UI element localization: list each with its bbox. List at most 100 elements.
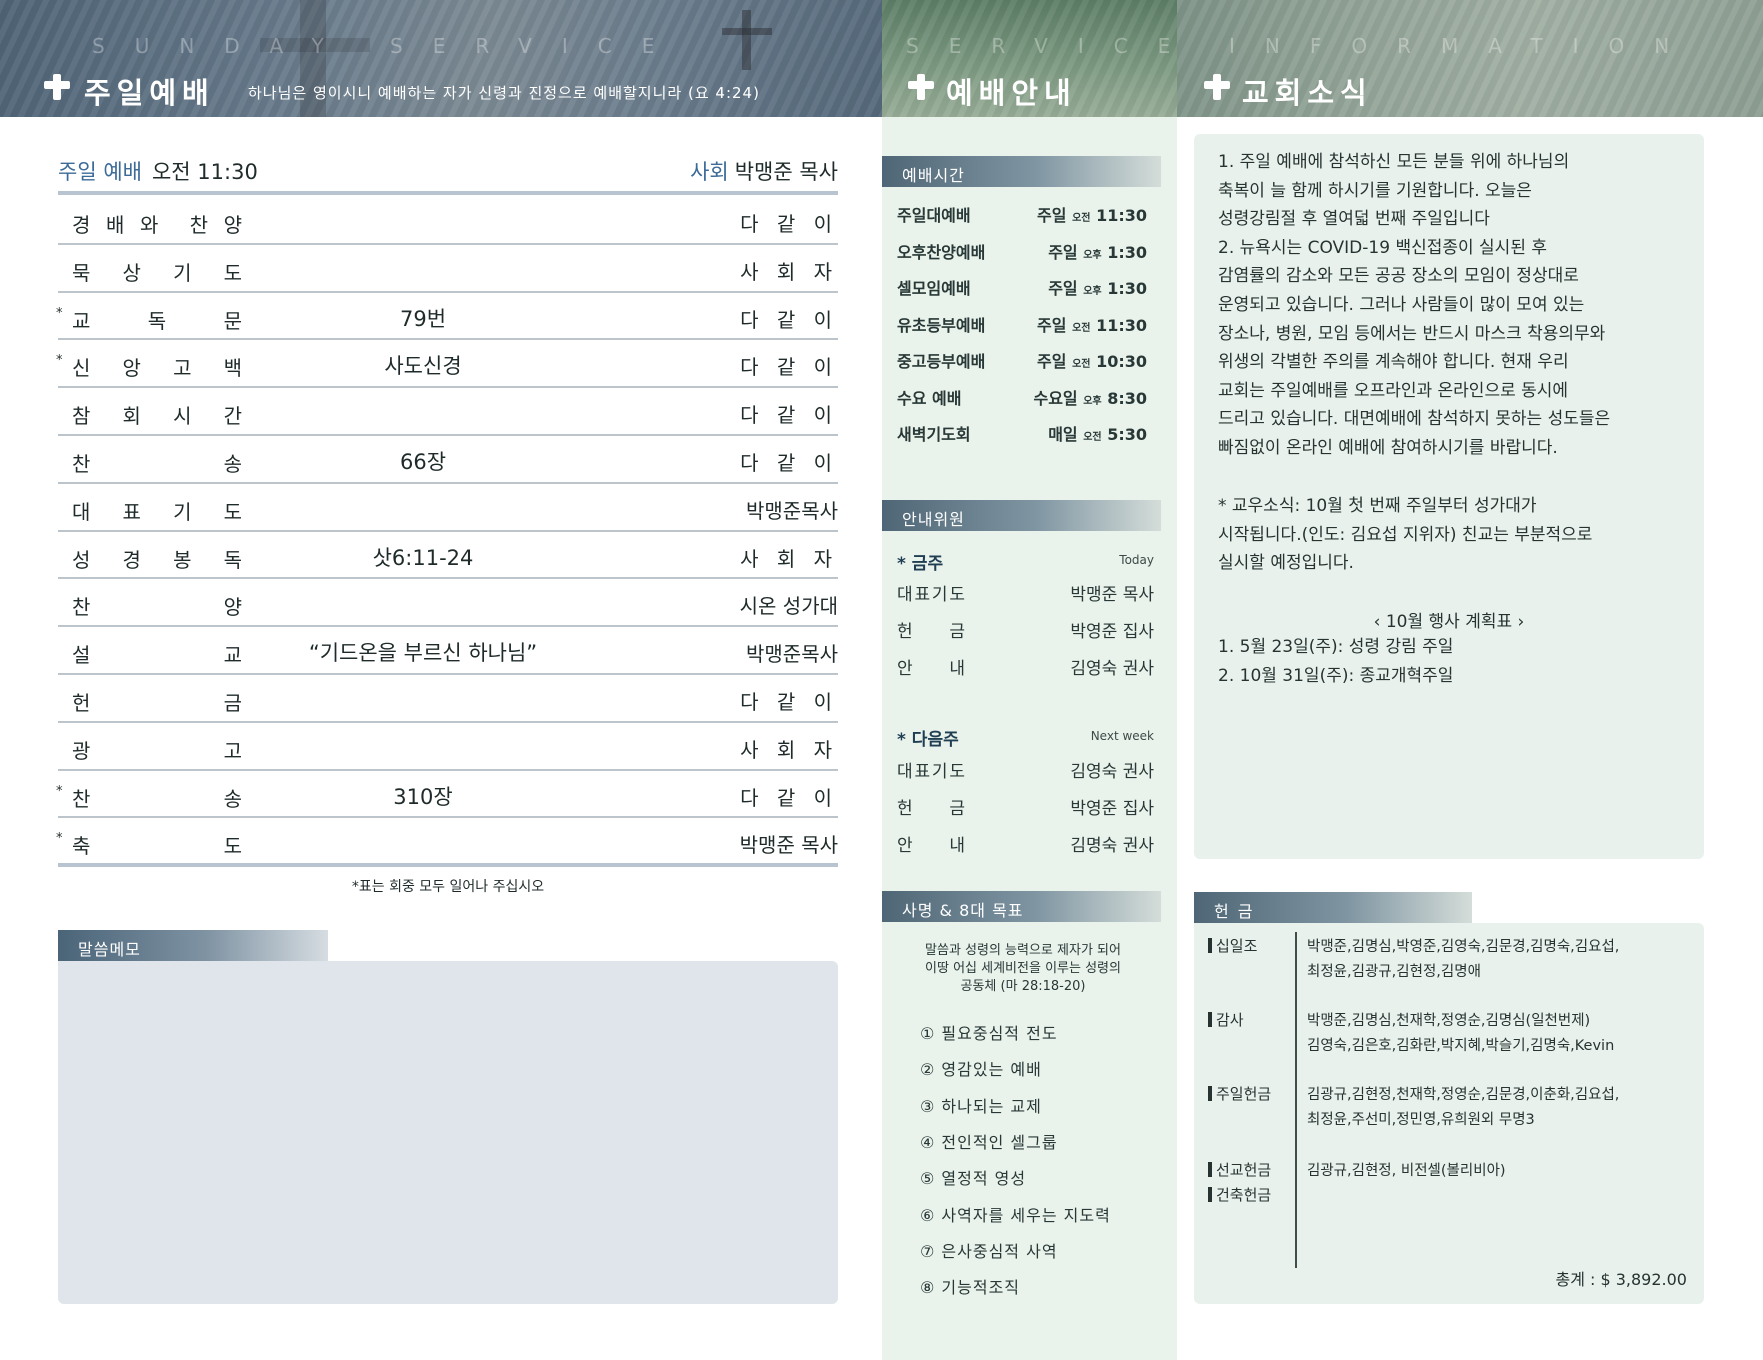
service-row: 참회시간다 같 이	[58, 388, 838, 436]
service-time: 오전 11:30	[151, 160, 258, 184]
leader-label: 사회	[690, 160, 729, 184]
am-pm: 오전	[1072, 322, 1091, 334]
service-item-detail: 삿6:11-24	[372, 545, 474, 570]
service-name: 셀모임예배	[897, 279, 971, 298]
service-schedule: 주일 오후 1:30	[1048, 275, 1147, 299]
label-char: 도	[223, 260, 242, 285]
offering-category: 선교헌금	[1208, 1159, 1271, 1180]
am-pm: 오후	[1083, 286, 1102, 297]
goal-item: ① 필요중심적 전도	[920, 1024, 1058, 1043]
label-char: 교	[223, 643, 242, 668]
news-line: 장소나, 병원, 모임 등에서는 반드시 마스크 착용의무와	[1218, 323, 1606, 344]
role-char: 내	[949, 836, 965, 856]
service-name: 새벽기도회	[897, 425, 971, 444]
service-item-by: 다 같 이	[740, 212, 838, 236]
am-pm: 오전	[1083, 432, 1102, 443]
role-char: 금	[949, 622, 965, 642]
offering-category-label: 주일헌금	[1216, 1085, 1272, 1103]
offering-title: 헌 금	[1194, 892, 1472, 923]
role-char: 대	[897, 762, 913, 782]
names-line: 최정윤,김광규,김현정,김명애	[1307, 964, 1481, 980]
this-week-en: Today	[1119, 553, 1154, 567]
usher-role: 안내	[897, 831, 965, 856]
service-schedule: 수요일 오후 8:30	[1033, 385, 1147, 409]
news-line: 실시할 예정입니다.	[1218, 553, 1354, 574]
order-of-service: 경배와 찬양다 같 이묵상기도사 회 자 * 교 독 문 79번 다 같 이 * 신 앙 고 백 사도신…	[56, 197, 838, 866]
service-item-label: 찬양	[72, 591, 242, 620]
usher-role: 대표기도	[897, 580, 965, 605]
service-row: 묵상기도사 회 자	[58, 245, 838, 293]
role-char: 안	[897, 836, 913, 856]
section-title: 예배안내	[946, 76, 1077, 110]
label-char: 양	[223, 213, 242, 237]
mission-line: 말씀과 성령의 능력으로 제자가 되어	[925, 943, 1121, 958]
news-line: 1. 주일 예배에 참석하신 모든 분들 위에 하나님의	[1218, 152, 1570, 172]
offering-category-label: 십일조	[1216, 937, 1258, 955]
am-pm: 오전	[1072, 359, 1091, 370]
service-item-by: 다 같 이	[740, 689, 838, 714]
usher-role: 안내	[897, 654, 965, 679]
service-item-label: 대표기도	[72, 496, 242, 525]
crucifix-beam	[722, 28, 772, 35]
usher-role: 헌금	[897, 794, 965, 819]
service-row: * 교 독 문 79번 다 같 이	[56, 293, 838, 341]
goal-item: ⑧ 기능적조직	[920, 1278, 1021, 1298]
label-char: 송	[223, 451, 242, 476]
sermon-memo-area	[58, 961, 838, 1304]
mission-title: 사명 & 8대 목표	[882, 891, 1161, 922]
offering-names: 박맹준,김명심,박영준,김영숙,김문경,김명숙,김요섭, 최정윤,김광규,김현정,…	[1307, 935, 1697, 985]
label-char: 독	[147, 308, 167, 333]
service-item-label: 설교	[72, 639, 242, 668]
names-line: 김광규,김현정,천재학,정영순,김문경,이춘화,김요섭,	[1307, 1087, 1620, 1103]
role-char: 도	[949, 585, 965, 605]
names-line: 박맹준,김명심,천재학,정영순,김명심(일천번제)	[1307, 1013, 1591, 1029]
service-row: 성 경 봉 독 삿6:11-24 사 회 자	[58, 532, 838, 580]
label-char: 기	[173, 260, 192, 285]
section-title: 교회소식	[1242, 76, 1373, 110]
service-schedule: 주일 오전 11:30	[1037, 202, 1147, 226]
am-pm: 오전	[1072, 213, 1091, 224]
label-char: 대	[72, 499, 91, 524]
service-name: 유초등부예배	[897, 315, 986, 335]
standing-mark: *	[56, 831, 63, 847]
divider	[58, 863, 838, 867]
label-char: 양	[223, 595, 242, 620]
next-week-label: * 다음주	[897, 730, 959, 750]
news-line: 시작됩니다.(인도: 김요섭 지위자) 친교는 부분적으로	[1218, 524, 1593, 545]
label-char: 봉	[173, 547, 192, 572]
service-item-by: 박맹준목사	[746, 498, 838, 523]
service-label: 주일 예배	[58, 160, 142, 184]
mission-line: 이땅 어십 세계비전을 이루는 성령의	[925, 961, 1121, 976]
bullet-bar	[1208, 1086, 1212, 1101]
offering-names: 김광규,김현정,천재학,정영순,김문경,이춘화,김요섭, 최정윤,주선미,정민영,…	[1307, 1083, 1697, 1133]
mission-statement: 말씀과 성령의 능력으로 제자가 되어 이땅 어십 세계비전을 이루는 성령의 …	[892, 942, 1154, 996]
crucifix-post	[742, 10, 751, 70]
service-item-detail: 사도신경	[384, 354, 462, 379]
role-char: 표	[914, 762, 931, 782]
service-item-by: 다 같 이	[740, 785, 838, 810]
label-char: 와	[140, 213, 159, 237]
role-char: 기	[931, 762, 948, 782]
news-line: 2. 10월 31일(주): 종교개혁주일	[1218, 665, 1454, 686]
service-item-by: 사 회 자	[740, 259, 838, 284]
news-line: 감염률의 감소와 모든 공공 장소의 모임이 정상대로	[1218, 266, 1579, 287]
label-char: 교	[72, 308, 91, 333]
usher-name: 박영준 집사	[1070, 799, 1154, 819]
usher-role: 헌금	[897, 617, 965, 642]
am-pm: 오후	[1083, 249, 1102, 261]
goal-item: ② 영감있는 예배	[920, 1060, 1042, 1080]
event-plan-list: 1. 5월 23일(주): 성령 강림 주일 2. 10월 31일(주): 종교개…	[1218, 633, 1698, 690]
label-char: 표	[122, 499, 141, 524]
label-char: 간	[223, 404, 242, 429]
news-line: 성령강림절 후 열여덟 번째 주일입니다	[1218, 209, 1490, 230]
cross-icon	[1204, 74, 1230, 100]
service-item-label: 축도	[72, 830, 242, 859]
service-item-label: 경배와 찬양	[72, 209, 242, 238]
divider	[58, 191, 838, 195]
offering-category: 건축헌금	[1208, 1184, 1271, 1205]
service-item-label: 찬송	[72, 448, 242, 477]
service-item-detail: “기드온을 부르신 하나님”	[308, 641, 538, 666]
time: 1:30	[1107, 279, 1147, 298]
label-char: 도	[223, 499, 242, 524]
usher-name: 김영숙 권사	[1070, 762, 1154, 782]
